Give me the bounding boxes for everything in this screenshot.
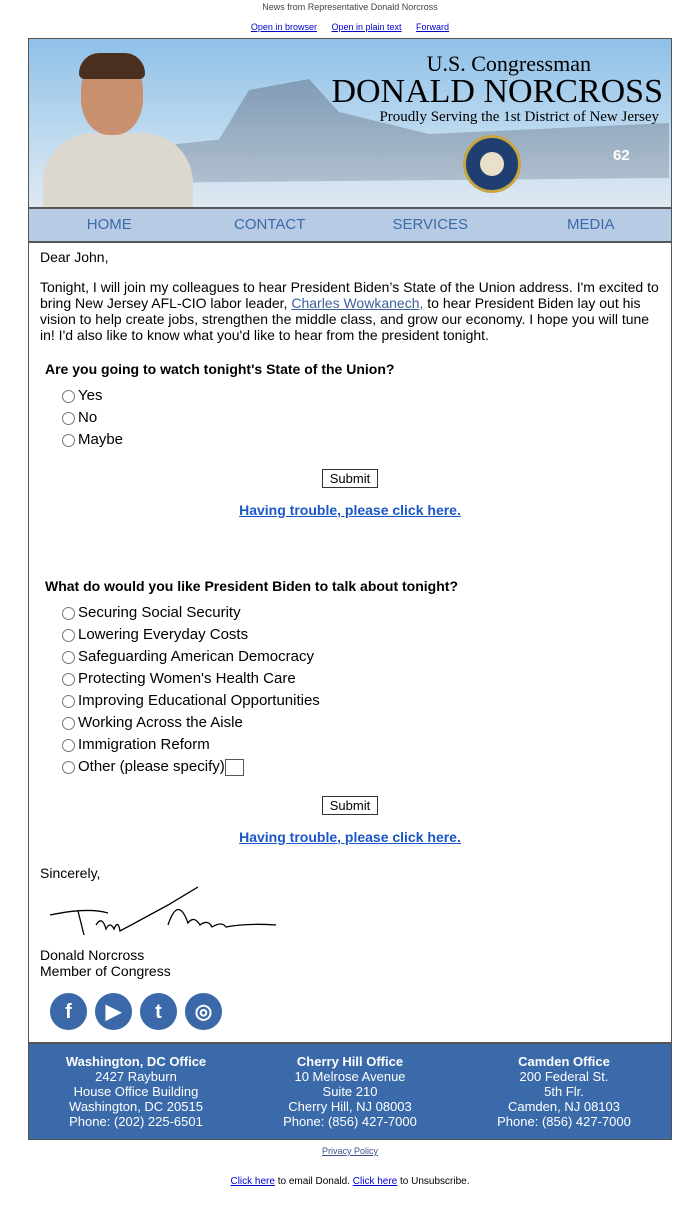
letter-body: Dear John, Tonight, I will join my colle… xyxy=(29,243,671,1042)
radio[interactable] xyxy=(62,411,75,425)
radio[interactable] xyxy=(62,672,75,686)
congressman-photo xyxy=(43,53,193,207)
signer-title: Member of Congress xyxy=(40,963,171,979)
survey2-question: What do would you like President Biden t… xyxy=(45,578,458,594)
social-links: f ▶ t ◎ xyxy=(50,993,660,1030)
survey1-option-no[interactable]: No xyxy=(62,407,660,429)
bottom-links: Click here to email Donald. Click here t… xyxy=(0,1176,700,1187)
charles-wowkanech-link[interactable]: Charles Wowkanech, xyxy=(291,295,423,311)
option-label: Maybe xyxy=(78,431,124,448)
nav-bar: HOME CONTACT SERVICES MEDIA xyxy=(29,209,671,243)
option-label: Lowering Everyday Costs xyxy=(78,626,249,643)
nav-services[interactable]: SERVICES xyxy=(350,209,511,241)
radio[interactable] xyxy=(62,433,75,447)
survey2-trouble-link[interactable]: Having trouble, please click here. xyxy=(239,829,461,845)
radio[interactable] xyxy=(62,760,75,774)
address-line: Washington, DC 20515 xyxy=(69,1099,203,1114)
house-seal-icon xyxy=(463,135,521,193)
option-label: No xyxy=(78,409,98,426)
survey1-option-yes[interactable]: Yes xyxy=(62,385,660,407)
facebook-icon[interactable]: f xyxy=(50,993,87,1030)
nav-contact[interactable]: CONTACT xyxy=(190,209,351,241)
radio[interactable] xyxy=(62,628,75,642)
address-line: Suite 210 xyxy=(322,1084,378,1099)
unsubscribe-link[interactable]: Click here xyxy=(353,1176,397,1187)
preheader-title: News from Representative Donald Norcross xyxy=(262,2,438,12)
office-name: Camden Office xyxy=(518,1054,610,1069)
survey2-option[interactable]: Working Across the Aisle xyxy=(62,712,660,734)
nav-media[interactable]: MEDIA xyxy=(511,209,672,241)
survey2-option[interactable]: Protecting Women's Health Care xyxy=(62,668,660,690)
signature-image xyxy=(49,886,277,936)
intro-paragraph: Tonight, I will join my colleagues to he… xyxy=(40,279,660,343)
address-line: 10 Melrose Avenue xyxy=(294,1069,406,1084)
forward-link[interactable]: Forward xyxy=(416,22,449,32)
hull-number: 62 xyxy=(613,147,630,164)
phone: Phone: (202) 225-6501 xyxy=(69,1114,203,1129)
radio[interactable] xyxy=(62,694,75,708)
email-container: U.S. Congressman DONALD NORCROSS Proudly… xyxy=(28,38,672,1140)
office-name: Washington, DC Office xyxy=(65,1054,207,1069)
survey2-option[interactable]: Immigration Reform xyxy=(62,734,660,756)
signoff: Sincerely, xyxy=(40,865,101,881)
survey2-option[interactable]: Improving Educational Opportunities xyxy=(62,690,660,712)
youtube-icon[interactable]: ▶ xyxy=(95,993,132,1030)
email-donald-link[interactable]: Click here xyxy=(230,1176,274,1187)
survey2-option[interactable]: Other (please specify) xyxy=(62,756,660,778)
radio[interactable] xyxy=(62,389,75,403)
phone: Phone: (856) 427-7000 xyxy=(283,1114,417,1129)
option-label: Improving Educational Opportunities xyxy=(78,692,320,709)
open-plain-text-link[interactable]: Open in plain text xyxy=(331,22,401,32)
survey2-option[interactable]: Securing Social Security xyxy=(62,602,660,624)
survey1-trouble-link[interactable]: Having trouble, please click here. xyxy=(239,502,461,518)
banner-tagline: Proudly Serving the 1st District of New … xyxy=(379,109,659,125)
option-label: Immigration Reform xyxy=(78,736,210,753)
survey1-question: Are you going to watch tonight's State o… xyxy=(45,361,395,377)
address-line: House Office Building xyxy=(73,1084,199,1099)
address-line: 200 Federal St. xyxy=(519,1069,609,1084)
survey2-options: Securing Social Security Lowering Everyda… xyxy=(40,602,660,778)
office-camden: Camden Office 200 Federal St. 5th Flr. Camd… xyxy=(457,1054,671,1129)
option-label: Protecting Women's Health Care xyxy=(78,670,296,687)
address-line: 2427 Rayburn xyxy=(95,1069,177,1084)
survey2-submit-button[interactable]: Submit xyxy=(321,796,379,815)
radio[interactable] xyxy=(62,606,75,620)
option-label: Yes xyxy=(78,387,103,404)
unsubscribe-text: to Unsubscribe. xyxy=(397,1176,470,1187)
open-in-browser-link[interactable]: Open in browser xyxy=(251,22,317,32)
privacy-policy-link[interactable]: Privacy Policy xyxy=(322,1146,378,1156)
office-name: Cherry Hill Office xyxy=(296,1054,404,1069)
greeting: Dear John, xyxy=(40,249,109,265)
address-line: 5th Flr. xyxy=(544,1084,584,1099)
email-text: to email Donald. xyxy=(274,1176,353,1187)
option-label: Other (please specify) xyxy=(78,758,225,775)
twitter-icon[interactable]: t xyxy=(140,993,177,1030)
preheader-links: Open in browser Open in plain text Forwa… xyxy=(0,16,700,38)
survey1-option-maybe[interactable]: Maybe xyxy=(62,429,660,451)
radio[interactable] xyxy=(62,738,75,752)
other-specify-input[interactable] xyxy=(224,758,244,776)
option-label: Working Across the Aisle xyxy=(78,714,243,731)
nav-home[interactable]: HOME xyxy=(29,209,190,241)
phone: Phone: (856) 427-7000 xyxy=(497,1114,631,1129)
address-line: Camden, NJ 08103 xyxy=(507,1099,620,1114)
option-label: Securing Social Security xyxy=(78,604,241,621)
survey2-option[interactable]: Lowering Everyday Costs xyxy=(62,624,660,646)
instagram-icon[interactable]: ◎ xyxy=(185,993,222,1030)
header-banner: U.S. Congressman DONALD NORCROSS Proudly… xyxy=(29,39,671,209)
office-footer: Washington, DC Office 2427 Rayburn House O… xyxy=(29,1042,671,1139)
signer-name: Donald Norcross xyxy=(40,947,145,963)
banner-name: DONALD NORCROSS xyxy=(331,73,663,110)
radio[interactable] xyxy=(62,650,75,664)
office-cherry-hill: Cherry Hill Office 10 Melrose Avenue Suite… xyxy=(243,1054,457,1129)
radio[interactable] xyxy=(62,716,75,730)
survey2-option[interactable]: Safeguarding American Democracy xyxy=(62,646,660,668)
address-line: Cherry Hill, NJ 08003 xyxy=(288,1099,412,1114)
office-dc: Washington, DC Office 2427 Rayburn House O… xyxy=(29,1054,243,1129)
survey1-submit-button[interactable]: Submit xyxy=(321,469,379,488)
option-label: Safeguarding American Democracy xyxy=(78,648,314,665)
